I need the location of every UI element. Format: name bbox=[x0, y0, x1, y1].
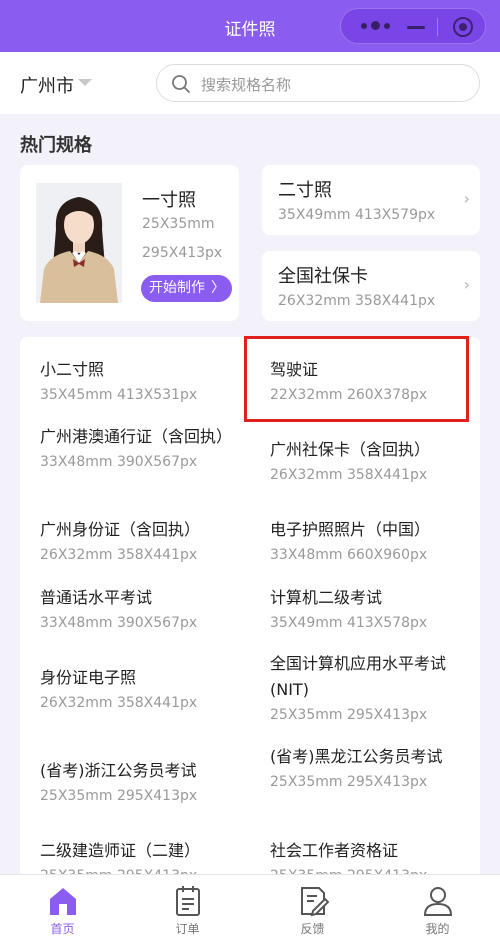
mini-program-capsule bbox=[340, 8, 486, 44]
capsule-divider bbox=[437, 18, 438, 36]
quick-spec-name: 全国社保卡 bbox=[278, 266, 368, 287]
spec-name: 身份证电子照 bbox=[40, 668, 137, 687]
tab-feedback[interactable]: 反馈 bbox=[250, 875, 375, 942]
chevron-right-icon: 〉 bbox=[211, 280, 225, 296]
highlight-box bbox=[244, 336, 469, 422]
section-title: 热门规格 bbox=[20, 135, 92, 156]
clipboard-icon bbox=[176, 886, 200, 916]
spec-size: 26X32mm 358X441px bbox=[40, 695, 198, 711]
featured-spec-px: 295X413px bbox=[142, 245, 223, 261]
quick-spec-size: 26X32mm 358X441px bbox=[278, 293, 436, 309]
spec-name: 二级建造师证（二建） bbox=[40, 841, 201, 860]
tab-orders[interactable]: 订单 bbox=[125, 875, 250, 942]
spec-item[interactable]: 广州社保卡（含回执） 26X32mm 358X441px bbox=[270, 437, 475, 485]
quick-spec-name: 二寸照 bbox=[278, 180, 332, 201]
spec-item[interactable]: 身份证电子照 26X32mm 358X441px bbox=[40, 665, 245, 713]
search-icon bbox=[172, 75, 190, 93]
spec-size: 25X35mm 295X413px bbox=[270, 707, 428, 723]
tab-label: 反馈 bbox=[300, 922, 325, 936]
more-icon[interactable] bbox=[361, 21, 391, 31]
tab-label: 首页 bbox=[50, 922, 75, 936]
spec-name: 全国计算机应用水平考试(NIT) bbox=[270, 654, 447, 699]
close-miniprogram-icon[interactable] bbox=[453, 17, 473, 37]
spec-name: (省考)黑龙江公务员考试 bbox=[270, 747, 443, 766]
spec-size: 26X32mm 358X441px bbox=[270, 467, 428, 483]
spec-size: 35X49mm 413X578px bbox=[270, 615, 428, 631]
title-bar: 证件照 bbox=[0, 0, 500, 52]
spec-item[interactable]: 全国计算机应用水平考试(NIT) 25X35mm 295X413px bbox=[270, 651, 475, 725]
spec-item[interactable]: 小二寸照 35X45mm 413X531px bbox=[40, 357, 245, 405]
spec-size: 25X35mm 295X413px bbox=[270, 774, 428, 790]
spec-size: 35X45mm 413X531px bbox=[40, 387, 198, 403]
spec-name: 电子护照照片（中国） bbox=[270, 520, 431, 539]
start-making-button[interactable]: 开始制作 〉 bbox=[141, 275, 232, 302]
spec-name: 广州身份证（含回执） bbox=[40, 520, 201, 539]
spec-item[interactable]: 普通话水平考试 33X48mm 390X567px bbox=[40, 585, 245, 633]
spec-item[interactable]: (省考)浙江公务员考试 25X35mm 295X413px bbox=[40, 758, 245, 806]
spec-name: 小二寸照 bbox=[40, 360, 105, 379]
spec-size: 25X35mm 295X413px bbox=[40, 788, 198, 804]
feedback-icon bbox=[301, 887, 329, 917]
tab-label: 订单 bbox=[175, 922, 200, 936]
spec-item[interactable]: 广州身份证（含回执） 26X32mm 358X441px bbox=[40, 517, 245, 565]
spec-size: 33X48mm 390X567px bbox=[40, 454, 198, 470]
spec-item[interactable]: 广州港澳通行证（含回执） 33X48mm 390X567px bbox=[40, 424, 245, 472]
tab-label: 我的 bbox=[425, 922, 450, 936]
bottom-tab-bar: 首页 订单 反馈 我的 bbox=[0, 874, 500, 942]
spec-name: 普通话水平考试 bbox=[40, 588, 153, 607]
spec-size: 33X48mm 390X567px bbox=[40, 615, 198, 631]
chevron-right-icon: › bbox=[463, 189, 470, 208]
spec-item[interactable]: 电子护照照片（中国） 33X48mm 660X960px bbox=[270, 517, 475, 565]
spec-name: (省考)浙江公务员考试 bbox=[40, 761, 197, 780]
chevron-right-icon: › bbox=[463, 275, 470, 294]
city-selector[interactable]: 广州市 bbox=[20, 72, 74, 98]
quick-spec-card[interactable]: 二寸照 35X49mm 413X579px › bbox=[262, 165, 480, 235]
featured-spec-mm: 25X35mm bbox=[142, 216, 215, 232]
spec-size: 33X48mm 660X960px bbox=[270, 547, 428, 563]
user-icon bbox=[423, 887, 453, 916]
spec-name: 广州港澳通行证（含回执） bbox=[40, 427, 233, 446]
spec-name: 计算机二级考试 bbox=[270, 588, 383, 607]
spec-item[interactable]: (省考)黑龙江公务员考试 25X35mm 295X413px bbox=[270, 744, 475, 792]
spec-size: 26X32mm 358X441px bbox=[40, 547, 198, 563]
start-making-label: 开始制作 bbox=[149, 280, 205, 296]
sample-portrait-image bbox=[36, 183, 122, 303]
chevron-down-icon[interactable] bbox=[78, 79, 92, 86]
search-placeholder: 搜索规格名称 bbox=[201, 76, 292, 94]
tab-profile[interactable]: 我的 bbox=[375, 875, 500, 942]
home-icon bbox=[50, 888, 76, 915]
spec-name: 广州社保卡（含回执） bbox=[270, 440, 431, 459]
spec-item[interactable]: 计算机二级考试 35X49mm 413X578px bbox=[270, 585, 475, 633]
minimize-icon[interactable] bbox=[407, 26, 425, 29]
featured-spec-name: 一寸照 bbox=[142, 190, 196, 211]
spec-name: 社会工作者资格证 bbox=[270, 841, 399, 860]
quick-spec-size: 35X49mm 413X579px bbox=[278, 207, 436, 223]
quick-spec-card[interactable]: 全国社保卡 26X32mm 358X441px › bbox=[262, 251, 480, 321]
tab-home[interactable]: 首页 bbox=[0, 875, 125, 942]
search-input[interactable]: 搜索规格名称 bbox=[156, 64, 480, 102]
